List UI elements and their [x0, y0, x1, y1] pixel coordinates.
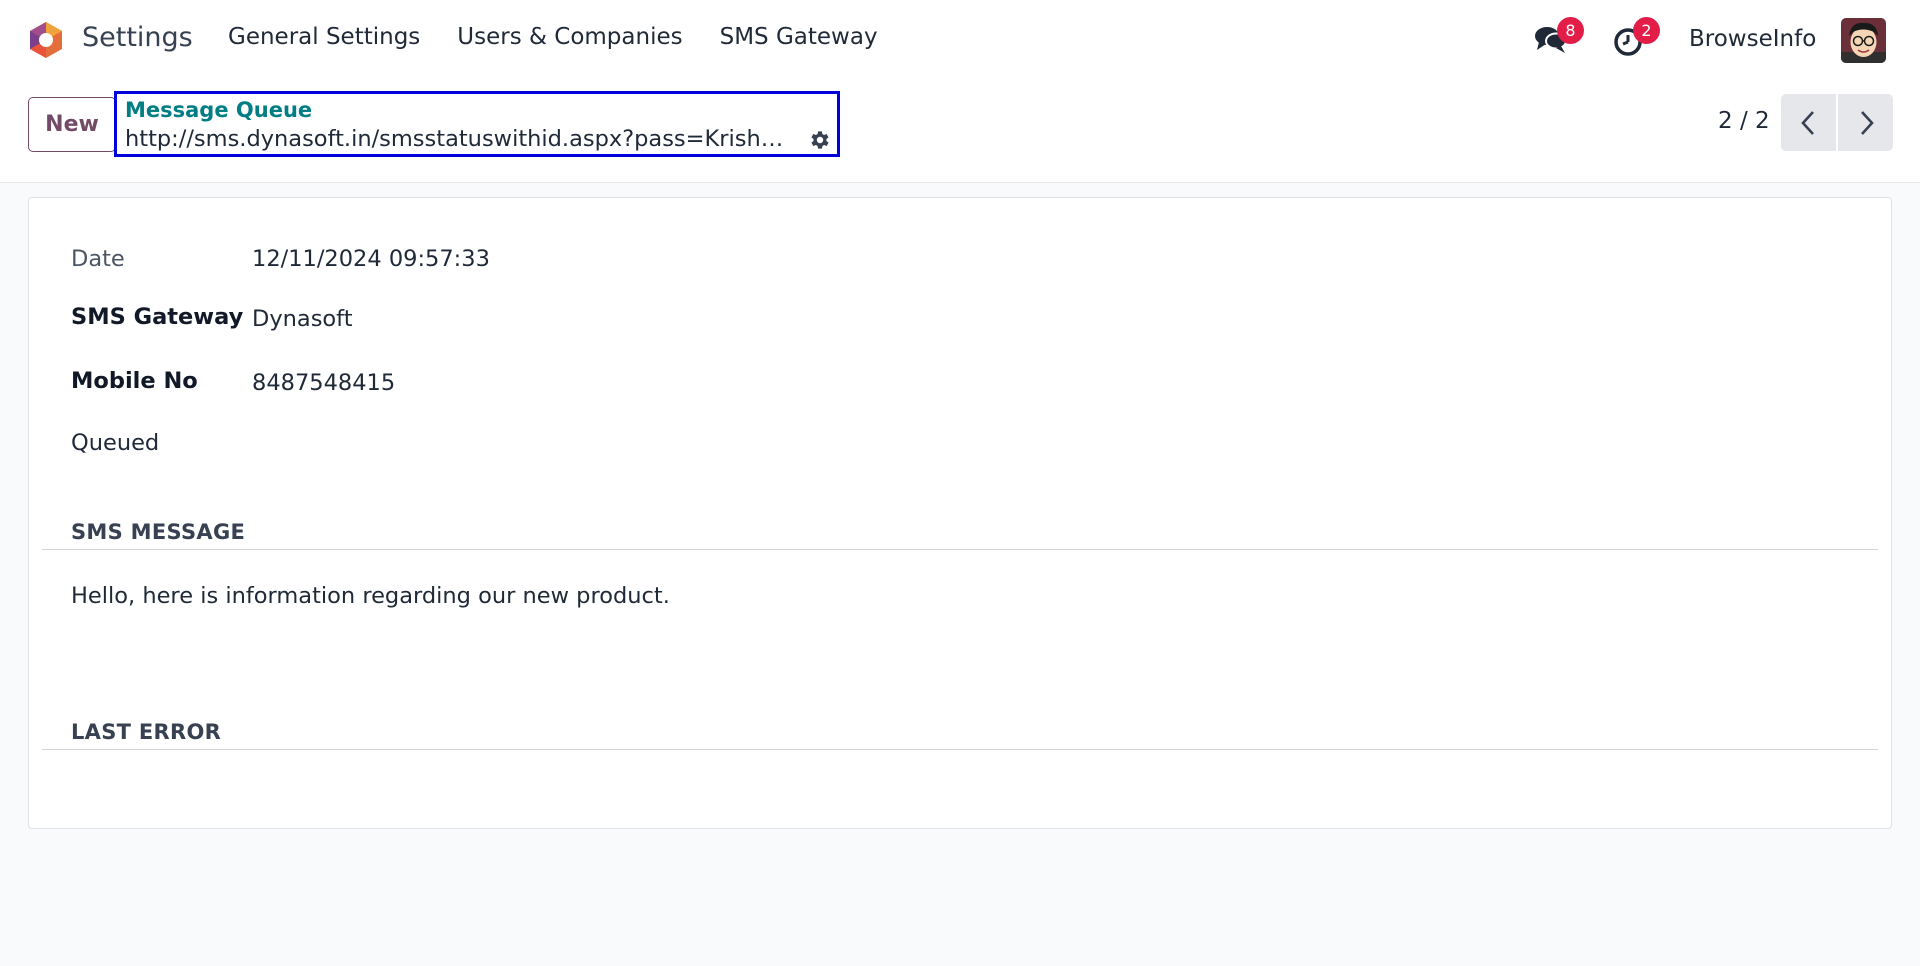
sms-message-section-title: SMS MESSAGE	[71, 520, 246, 544]
pager-value[interactable]: 2 / 2	[1718, 108, 1770, 134]
date-label: Date	[71, 246, 125, 272]
new-button[interactable]: New	[28, 97, 116, 152]
section-divider	[42, 749, 1878, 750]
breadcrumb: Message Queue http://sms.dynasoft.in/sms…	[114, 91, 840, 157]
form-sheet: Date 12/11/2024 09:57:33 SMS Gateway Dyn…	[28, 197, 1892, 829]
messages-button[interactable]: 8	[1532, 17, 1584, 64]
control-panel: New Message Queue http://sms.dynasoft.in…	[0, 80, 1920, 183]
top-navbar: Settings General Settings Users & Compan…	[0, 0, 1920, 80]
odoo-logo-icon[interactable]	[27, 21, 65, 59]
mobile-no-field[interactable]: 8487548415	[252, 370, 395, 396]
menu-users-companies[interactable]: Users & Companies	[457, 24, 682, 50]
chevron-left-icon	[1800, 110, 1814, 135]
avatar-image	[1841, 18, 1886, 63]
activities-count-badge: 2	[1633, 17, 1660, 44]
date-value[interactable]: 12/11/2024 09:57:33	[252, 246, 490, 272]
sms-gateway-field[interactable]: Dynasoft	[252, 306, 353, 332]
messages-count-badge: 8	[1557, 17, 1584, 44]
sms-message-field[interactable]: Hello, here is information regarding our…	[71, 583, 670, 609]
mobile-no-label: Mobile No	[71, 368, 198, 394]
status-value: Queued	[71, 430, 160, 456]
sms-gateway-label: SMS Gateway	[71, 304, 244, 330]
menu-general-settings[interactable]: General Settings	[228, 24, 420, 50]
activities-button[interactable]: 2	[1608, 17, 1660, 64]
chevron-right-icon	[1860, 110, 1874, 135]
breadcrumb-message-queue[interactable]: Message Queue	[125, 98, 312, 122]
app-title[interactable]: Settings	[82, 22, 193, 53]
breadcrumb-current-record: http://sms.dynasoft.in/smsstatuswithid.a…	[125, 126, 795, 152]
user-avatar[interactable]	[1841, 18, 1886, 63]
section-divider	[42, 549, 1878, 550]
pager-previous-button[interactable]	[1781, 94, 1836, 151]
pager-next-button[interactable]	[1838, 94, 1893, 151]
gear-icon[interactable]	[807, 128, 831, 152]
last-error-section-title: LAST ERROR	[71, 720, 222, 744]
company-switcher[interactable]: BrowseInfo	[1689, 26, 1816, 52]
menu-sms-gateway[interactable]: SMS Gateway	[720, 24, 878, 50]
main-menu: General Settings Users & Companies SMS G…	[228, 24, 878, 50]
